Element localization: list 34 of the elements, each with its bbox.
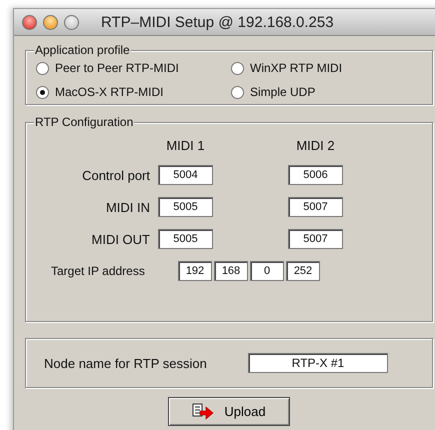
field-label: MIDI OUT <box>90 232 151 246</box>
zoom-button[interactable] <box>64 14 79 30</box>
close-button[interactable] <box>22 14 37 30</box>
field-label: Target IP address <box>51 264 146 278</box>
radio-label: WinXP RTP MIDI <box>250 61 342 75</box>
ip-octet-field[interactable]: 168 <box>214 261 248 281</box>
port-field[interactable]: 5006 <box>288 165 343 185</box>
port-field[interactable]: 5005 <box>158 197 213 217</box>
field-label: Control port <box>81 168 151 182</box>
radio-button[interactable] <box>231 62 244 74</box>
ip-octet-field[interactable]: 252 <box>286 261 320 281</box>
radio-label: MacOS-X RTP-MIDI <box>55 85 164 99</box>
node-name-field[interactable]: RTP-X #1 <box>248 353 388 373</box>
group-legend: Application profile <box>34 43 131 57</box>
group-legend: RTP Configuration <box>34 115 134 129</box>
window-title: RTP–MIDI Setup @ 192.168.0.253 <box>101 14 334 30</box>
ip-octet-field[interactable]: 192 <box>178 261 212 281</box>
field-label: Node name for RTP session <box>44 356 208 370</box>
field-label: MIDI IN <box>104 200 151 214</box>
ip-octet-field[interactable]: 0 <box>250 261 284 281</box>
radio-button[interactable] <box>36 86 49 98</box>
port-field[interactable]: 5004 <box>158 165 213 185</box>
radio-label: Simple UDP <box>250 85 316 99</box>
column-header: MIDI 1 <box>165 138 206 153</box>
port-field[interactable]: 5007 <box>288 197 343 217</box>
radio-button[interactable] <box>36 62 49 74</box>
upload-button[interactable]: Upload <box>168 397 290 426</box>
radio-button[interactable] <box>231 86 244 98</box>
minimize-button[interactable] <box>43 14 58 30</box>
column-header: MIDI 2 <box>295 138 336 153</box>
upload-icon <box>192 402 214 420</box>
port-field[interactable]: 5007 <box>288 229 343 249</box>
port-field[interactable]: 5005 <box>158 229 213 249</box>
radio-label: Peer to Peer RTP-MIDI <box>55 61 179 75</box>
